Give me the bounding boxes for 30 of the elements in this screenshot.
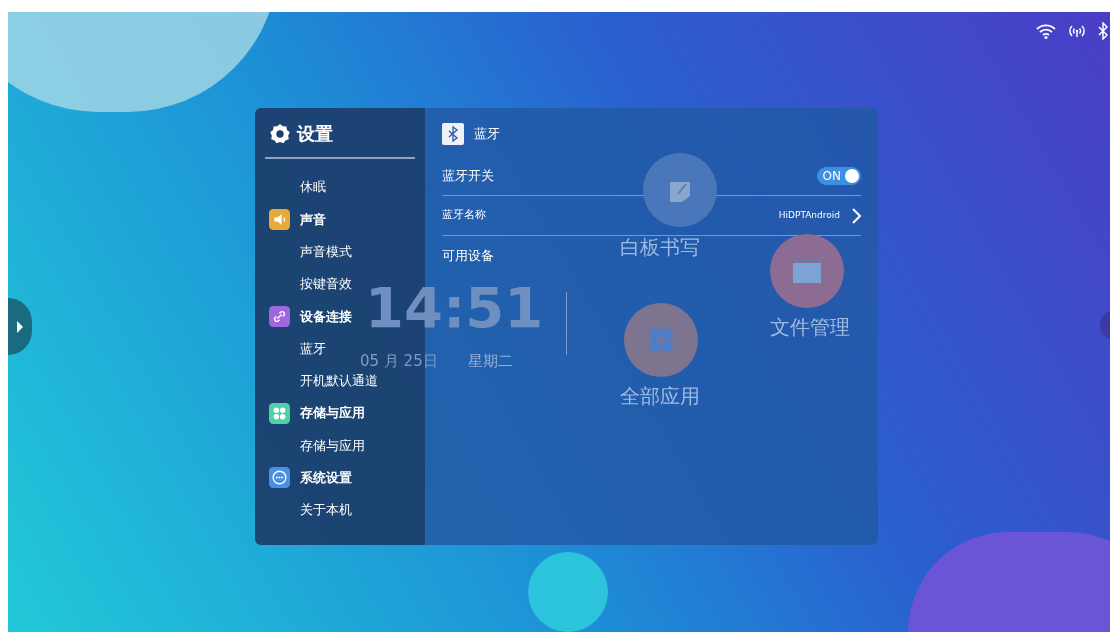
app-icon[interactable] xyxy=(770,234,844,308)
bluetooth-icon xyxy=(442,123,464,145)
sidebar-item[interactable]: 开机默认通道 xyxy=(300,371,378,391)
wifi-icon xyxy=(1036,23,1056,39)
app-icon[interactable] xyxy=(643,153,717,227)
sidebar-item[interactable]: 声音模式 xyxy=(300,242,352,262)
sidebar-section[interactable]: 系统设置 xyxy=(300,468,352,488)
signal-icon xyxy=(1068,24,1086,38)
sidebar-item[interactable]: 关于本机 xyxy=(300,500,352,520)
page-title: 蓝牙 xyxy=(474,125,500,144)
app-icon[interactable] xyxy=(624,303,698,377)
sidebar-section[interactable]: 存储与应用 xyxy=(300,403,365,423)
setting-value: HiDPTAndroid xyxy=(778,208,840,222)
settings-icon xyxy=(269,122,291,145)
setting-label: 蓝牙开关 xyxy=(442,166,494,185)
sidebar-item[interactable]: 存储与应用 xyxy=(300,435,365,456)
triangle-icon xyxy=(17,320,23,333)
clock-weekday: 星期二 xyxy=(468,351,513,372)
sidebar-item[interactable]: 按键音效 xyxy=(300,274,352,294)
sidebar-title: 设置 xyxy=(297,122,333,146)
chevron-icon[interactable] xyxy=(852,207,861,224)
setting-label: 蓝牙名称 xyxy=(442,207,486,224)
sidebar-section[interactable]: 设备连接 xyxy=(300,306,352,327)
sidebar-item[interactable]: 蓝牙 xyxy=(300,338,326,359)
bluetooth-icon xyxy=(1098,22,1108,40)
clock-date: 05 月 25日 xyxy=(360,351,438,372)
clock-time: 14:51 xyxy=(365,280,544,336)
sidebar-item[interactable]: 休眠 xyxy=(300,177,326,197)
sidebar-section[interactable]: 声音 xyxy=(300,209,326,230)
setting-label: 可用设备 xyxy=(442,247,494,266)
